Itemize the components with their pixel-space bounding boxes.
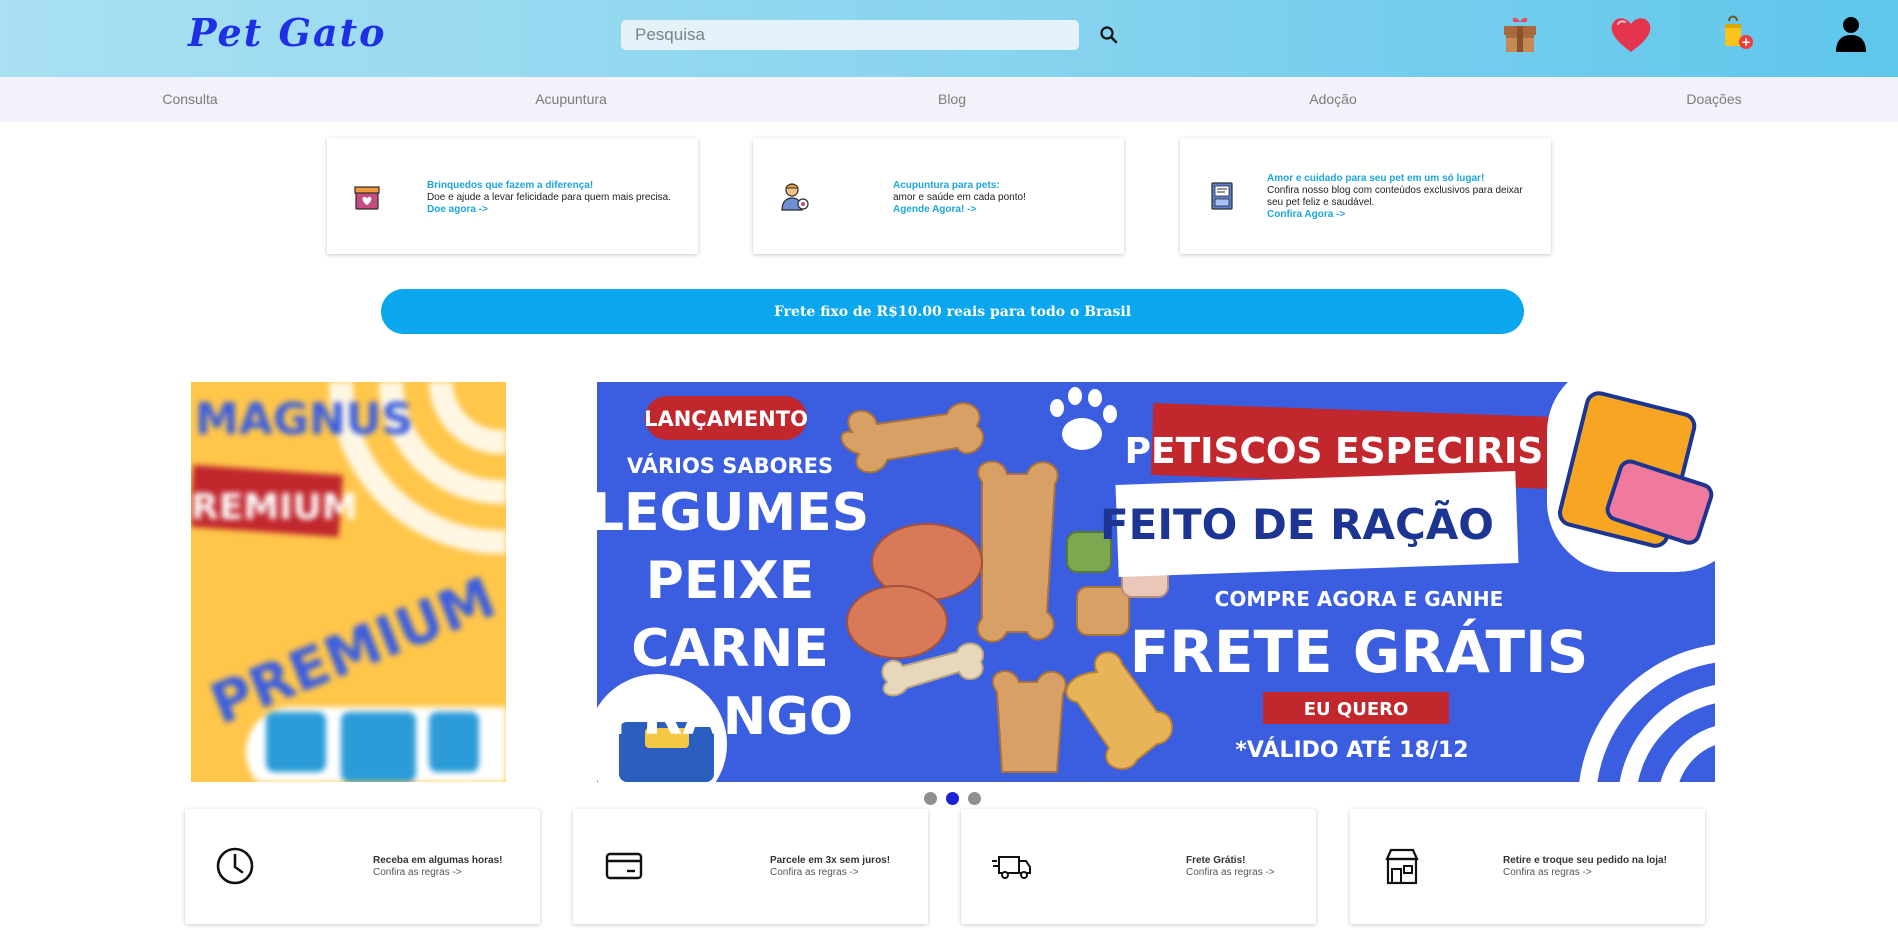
search-box bbox=[621, 20, 1079, 50]
feature-card-installments[interactable]: Parcele em 3x sem juros! Confira as regr… bbox=[573, 809, 928, 924]
search-input[interactable] bbox=[621, 20, 1079, 50]
nav-item-adocao[interactable]: Adoção bbox=[1309, 91, 1356, 107]
slide-validity: *VÁLIDO ATÉ 18/12 bbox=[1235, 737, 1468, 763]
delivery-truck-icon bbox=[991, 845, 1033, 887]
blog-register-icon bbox=[1206, 180, 1238, 212]
feature-card-free-shipping[interactable]: Frete Grátis! Confira as regras -> bbox=[961, 809, 1316, 924]
promo-title: Acupuntura para pets: bbox=[893, 180, 1000, 191]
promo-link[interactable]: Agende Agora! -> bbox=[893, 204, 1113, 216]
promo-text: Confira nosso blog com conteúdos exclusi… bbox=[1267, 185, 1523, 208]
carousel-dot-2[interactable] bbox=[946, 792, 959, 805]
slide-flavors-heading: VÁRIOS SABORES bbox=[627, 453, 833, 478]
feature-link[interactable]: Confira as regras -> bbox=[1503, 867, 1698, 879]
feature-title: Parcele em 3x sem juros! bbox=[770, 855, 891, 866]
search-icon[interactable] bbox=[1098, 24, 1120, 46]
slide-cta[interactable]: EU QUERO bbox=[1304, 699, 1409, 720]
user-icon[interactable] bbox=[1829, 12, 1873, 56]
nav-item-acupuntura[interactable]: Acupuntura bbox=[535, 91, 607, 107]
slide-flavor: FRANGO bbox=[607, 687, 853, 747]
carousel-current-slide[interactable]: LANÇAMENTO VÁRIOS SABORES LEGUMES PEIXE … bbox=[597, 382, 1715, 782]
feature-link[interactable]: Confira as regras -> bbox=[770, 867, 920, 879]
slide-title: PETISCOS ESPECIRIS bbox=[1125, 431, 1544, 472]
feature-title: Retire e troque seu pedido na loja! bbox=[1503, 855, 1667, 866]
carousel-prev-slide[interactable]: MAGNUS REMIUM PREMIUM bbox=[191, 382, 506, 782]
prev-slide-brand: MAGNUS bbox=[195, 394, 413, 445]
clock-icon bbox=[214, 845, 256, 887]
prev-slide-artwork: MAGNUS REMIUM PREMIUM bbox=[191, 382, 506, 782]
feature-title: Receba em algumas horas! bbox=[373, 855, 503, 866]
current-slide-artwork: LANÇAMENTO VÁRIOS SABORES LEGUMES PEIXE … bbox=[597, 382, 1715, 782]
promo-text: amor e saúde em cada ponto! bbox=[893, 192, 1026, 203]
feature-card-fast-delivery[interactable]: Receba em algumas horas! Confira as regr… bbox=[185, 809, 540, 924]
store-icon bbox=[1381, 845, 1423, 887]
promo-card-blog[interactable]: Amor e cuidado para seu pet em um só lug… bbox=[1180, 138, 1551, 254]
feature-link[interactable]: Confira as regras -> bbox=[1186, 867, 1306, 879]
shipping-banner-text: Frete fixo de R$10.00 reais para todo o … bbox=[773, 303, 1132, 320]
slide-flavor: PEIXE bbox=[646, 551, 815, 611]
shopping-bag-icon[interactable]: + bbox=[1718, 12, 1762, 56]
nav-item-consulta[interactable]: Consulta bbox=[162, 91, 217, 107]
carousel-dots bbox=[924, 792, 981, 806]
vet-doctor-icon bbox=[779, 180, 811, 212]
promo-card-donations[interactable]: Brinquedos que fazem a diferença! Doe e … bbox=[327, 138, 698, 254]
nav-item-blog[interactable]: Blog bbox=[938, 91, 966, 107]
cart-badge: + bbox=[1741, 35, 1751, 49]
promo-title: Amor e cuidado para seu pet em um só lug… bbox=[1267, 173, 1485, 184]
feature-link[interactable]: Confira as regras -> bbox=[373, 867, 533, 879]
slide-flavor: CARNE bbox=[631, 619, 829, 679]
credit-card-icon bbox=[603, 845, 645, 887]
slide-flavor: LEGUMES bbox=[597, 483, 869, 543]
prev-slide-tag: REMIUM bbox=[191, 487, 358, 528]
promo-title: Brinquedos que fazem a diferença! bbox=[427, 180, 594, 191]
slide-offer: FRETE GRÁTIS bbox=[1130, 617, 1589, 686]
promo-text: Doe e ajude a levar felicidade para quem… bbox=[427, 192, 672, 203]
heart-icon[interactable] bbox=[1609, 14, 1653, 58]
nav-item-doacoes[interactable]: Doações bbox=[1686, 91, 1741, 107]
site-header: Pet Gato + bbox=[0, 0, 1898, 77]
slide-subtitle: FEITO DE RAÇÃO bbox=[1100, 499, 1494, 549]
carousel-dot-3[interactable] bbox=[968, 792, 981, 805]
promo-link[interactable]: Doe agora -> bbox=[427, 204, 677, 216]
promo-card-acupuncture[interactable]: Acupuntura para pets: amor e saúde em ca… bbox=[753, 138, 1124, 254]
slide-badge: LANÇAMENTO bbox=[644, 407, 808, 431]
main-nav: Consulta Acupuntura Blog Adoção Doações bbox=[0, 77, 1898, 122]
site-logo[interactable]: Pet Gato bbox=[188, 10, 387, 55]
promo-link[interactable]: Confira Agora -> bbox=[1267, 209, 1537, 221]
shipping-banner: Frete fixo de R$10.00 reais para todo o … bbox=[381, 289, 1524, 334]
donation-box-icon bbox=[351, 180, 383, 212]
feature-title: Frete Grátis! bbox=[1186, 855, 1246, 866]
gift-box-icon[interactable] bbox=[1498, 12, 1542, 56]
slide-offer-line: COMPRE AGORA E GANHE bbox=[1215, 587, 1504, 611]
feature-card-store-pickup[interactable]: Retire e troque seu pedido na loja! Conf… bbox=[1350, 809, 1705, 924]
carousel-dot-1[interactable] bbox=[924, 792, 937, 805]
